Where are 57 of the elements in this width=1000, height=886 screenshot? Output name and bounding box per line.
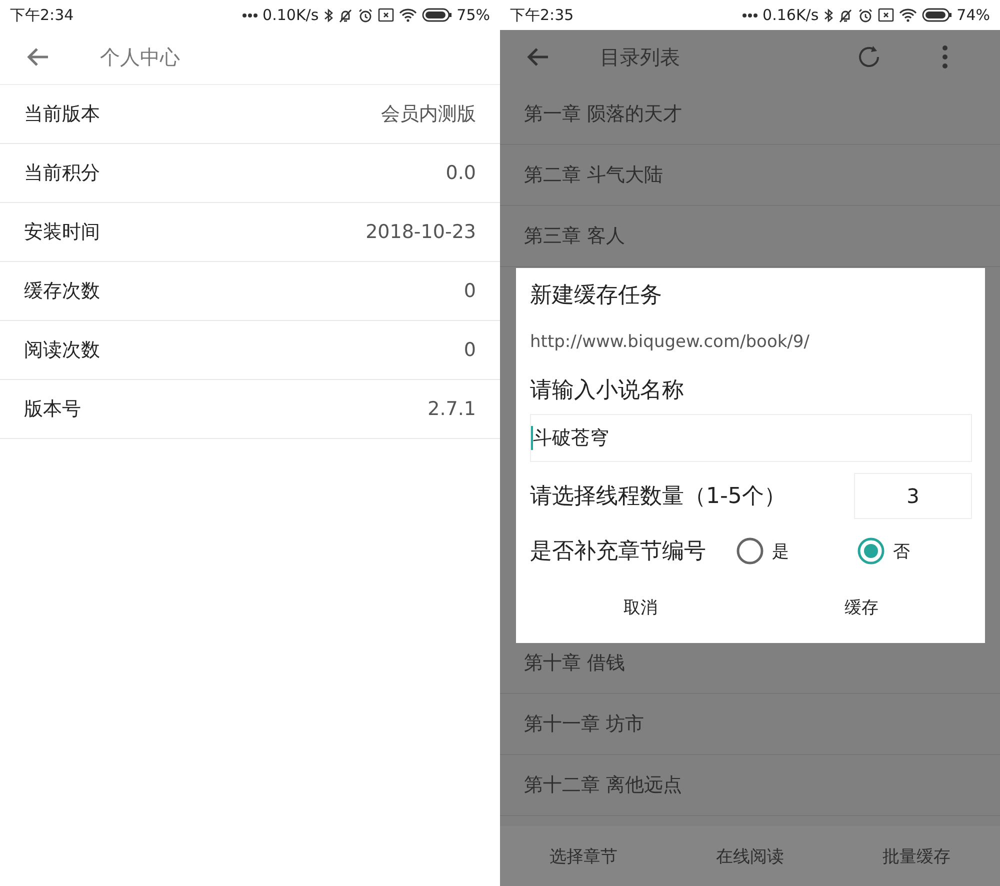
bluetooth-icon [324,8,333,22]
info-value: 2.7.1 [428,398,476,420]
info-label: 当前积分 [24,161,100,186]
notification-dots-icon [242,12,258,18]
book-url: http://www.biqugew.com/book/9/ [530,331,810,354]
radio-button[interactable] [736,537,764,565]
info-label: 版本号 [24,397,81,422]
radio-label: 否 [893,540,910,562]
info-value: 0 [464,339,476,361]
battery-icon [422,8,452,22]
notification-dots-icon [742,12,758,18]
dialog-title: 新建缓存任务 [530,282,663,310]
battery-icon [922,8,952,22]
battery-percent: 74% [956,6,990,24]
info-label: 当前版本 [24,102,100,127]
radio-button[interactable] [857,537,885,565]
info-value: 0.0 [446,162,476,184]
chapter-item[interactable]: 第十二章 离他远点 [500,755,1000,816]
info-label: 安装时间 [24,220,100,245]
field-label: 请输入小说名称 [530,377,685,405]
bottom-action-button[interactable]: 批量缓存 [833,831,1000,881]
chapter-item[interactable]: 第十一章 坊市 [500,694,1000,755]
bottom-action-button[interactable]: 选择章节 [500,831,667,881]
chapter-item[interactable]: 第一章 陨落的天才 [500,84,1000,145]
page-title: 目录列表 [600,44,681,70]
back-icon[interactable] [526,47,550,67]
bluetooth-icon [824,8,833,22]
alarm-icon [858,8,873,22]
field-label: 请选择线程数量（1-5个） [530,483,786,511]
alarm-icon [358,8,373,22]
radio-label: 是 [772,540,789,562]
info-label: 阅读次数 [24,338,100,363]
info-value: 0 [464,280,476,302]
number-field[interactable]: 3 [854,473,972,519]
info-label: 缓存次数 [24,279,100,304]
network-speed: 0.16K/s [762,6,819,24]
input-field[interactable]: 斗破苍穹 [530,414,972,462]
sim-x-icon [378,8,394,22]
sim-x-icon [878,8,894,22]
info-value: 2018-10-23 [366,221,476,243]
battery-percent: 75% [456,6,490,24]
refresh-icon[interactable] [856,44,882,70]
status-time: 下午2:34 [10,6,74,24]
page-title: 个人中心 [100,44,180,70]
bottom-action-button[interactable]: 在线阅读 [666,831,834,881]
info-value: 会员内测版 [381,102,476,127]
muted-bell-icon [838,8,853,22]
wifi-icon [398,8,417,22]
field-label: 是否补充章节编号 [530,538,706,566]
network-speed: 0.10K/s [262,6,319,24]
chapter-item[interactable]: 第二章 斗气大陆 [500,145,1000,206]
more-icon[interactable] [942,45,948,69]
status-time: 下午2:35 [510,6,574,24]
wifi-icon [898,8,917,22]
chapter-item[interactable]: 第三章 客人 [500,206,1000,267]
back-icon[interactable] [26,47,50,67]
muted-bell-icon [338,8,353,22]
